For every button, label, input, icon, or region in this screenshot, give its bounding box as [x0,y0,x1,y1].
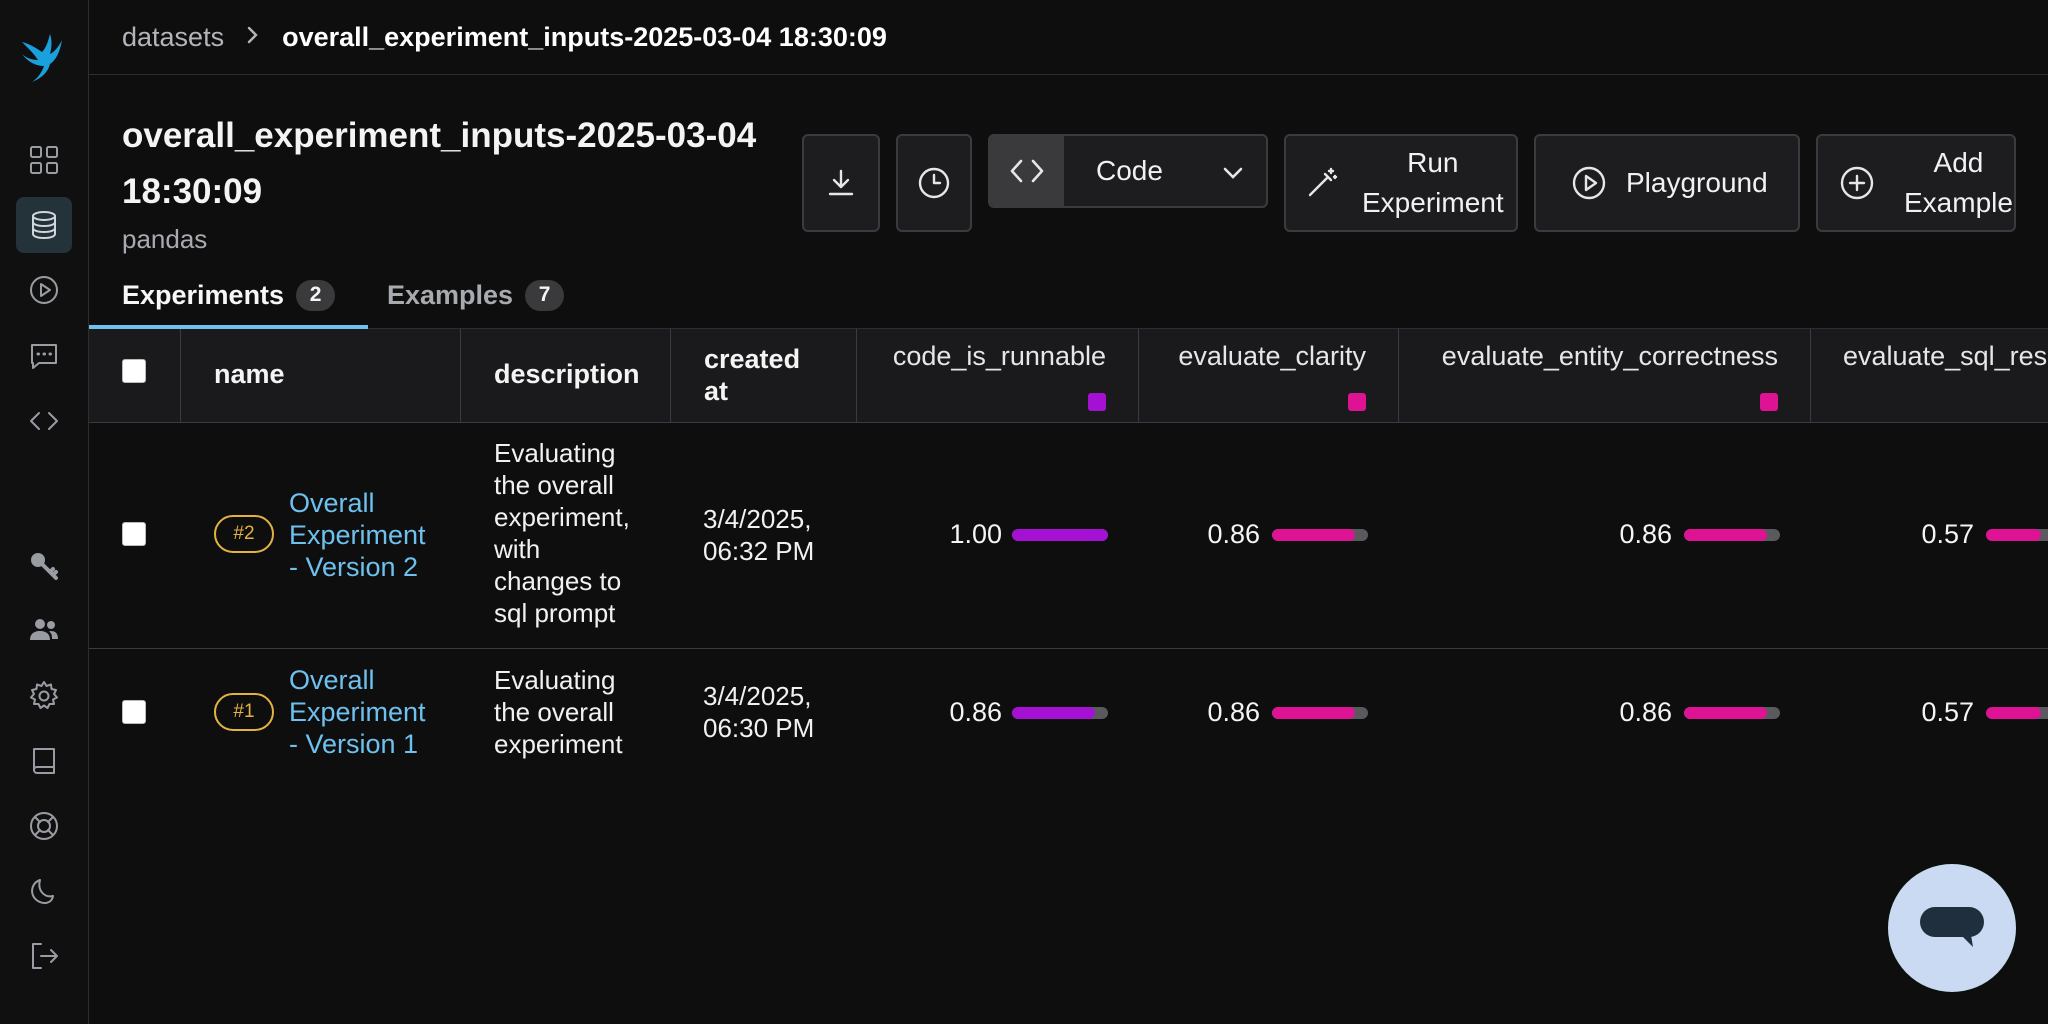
column-header-created-at[interactable]: created at [671,329,857,422]
playground-label: Playground [1626,167,1768,198]
score-code-is-runnable: 1.00 [949,519,1002,549]
score-bar [1684,707,1780,719]
created-at: 3/4/2025, 06:32 PM [703,504,815,566]
score-evaluate-clarity: 0.86 [1207,697,1260,727]
metric-color-swatch [1088,393,1106,411]
score-evaluate-sql-result: 0.57 [1921,697,1974,727]
chat-icon [1920,907,1984,947]
sidebar-item-projects[interactable] [16,132,72,188]
column-header-evaluate-entity-correctness[interactable]: evaluate_entity_correctness [1399,329,1811,422]
sidebar-item-playground[interactable] [16,262,72,318]
column-header-description[interactable]: description [461,329,671,422]
book-icon [33,748,55,774]
sidebar-item-support[interactable] [16,798,72,854]
score-bar [1012,529,1108,541]
experiment-name-link[interactable]: Overall Experiment - Version 2 [289,487,449,583]
key-icon [31,553,58,580]
history-button[interactable] [896,134,972,232]
column-header-evaluate-clarity[interactable]: evaluate_clarity [1139,329,1399,422]
code-icon [990,136,1064,206]
run-experiment-button[interactable]: Run Experiment [1284,134,1518,232]
sidebar-item-users[interactable] [16,602,72,658]
database-icon [32,211,56,239]
score-bar [1272,529,1368,541]
grid-icon [30,146,58,174]
tab-experiments[interactable]: Experiments 2 [88,262,369,329]
dataset-header: overall_experiment_inputs-2025-03-04 18:… [122,108,782,255]
playground-button[interactable]: Playground [1534,134,1800,232]
sidebar-item-api-keys[interactable] [16,537,72,593]
chevron-down-icon [1222,155,1244,187]
sidebar-item-datasets[interactable] [16,197,72,253]
experiment-description: Evaluating the overall experiment, with … [494,438,630,628]
table-row[interactable]: #1 Overall Experiment - Version 1 Evalua… [89,649,2048,777]
sequence-badge: #2 [214,515,274,553]
plus-circle-icon [1840,166,1874,200]
download-button[interactable] [802,134,880,232]
message-icon [31,344,57,369]
metric-color-swatch [1348,393,1366,411]
score-evaluate-entity-correctness: 0.86 [1619,697,1672,727]
score-code-is-runnable: 0.86 [949,697,1002,727]
sidebar-item-settings[interactable] [16,668,72,724]
sidebar [0,0,89,1024]
score-bar [1986,707,2048,719]
count-badge: 7 [525,279,565,311]
breadcrumb-current: overall_experiment_inputs-2025-03-04 18:… [282,21,887,52]
experiment-description: Evaluating the overall experiment [494,665,623,759]
table-row[interactable]: #2 Overall Experiment - Version 2 Evalua… [89,423,2048,649]
experiments-table: name description created at code_is_runn… [89,329,2048,777]
breadcrumb-datasets-link[interactable]: datasets [122,22,224,53]
gear-icon [30,681,58,709]
sidebar-item-docs[interactable] [16,733,72,789]
chevron-right-icon [246,22,260,53]
code-dropdown[interactable]: Code [988,134,1268,208]
column-header-evaluate-sql-result[interactable]: evaluate_sql_res [1811,329,2048,422]
column-header-name[interactable]: name [181,329,461,422]
score-evaluate-entity-correctness: 0.86 [1619,519,1672,549]
score-bar [1684,529,1780,541]
table-header: name description created at code_is_runn… [89,329,2048,423]
score-evaluate-sql-result: 0.57 [1921,519,1974,549]
page-title: overall_experiment_inputs-2025-03-04 18:… [122,116,757,211]
users-icon [30,619,58,640]
created-at: 3/4/2025, 06:30 PM [703,681,815,743]
code-dropdown-label: Code [1096,155,1163,186]
add-example-label: Add [1933,147,1984,178]
metric-color-swatch [1760,393,1778,411]
row-checkbox[interactable] [122,522,146,546]
score-bar [1986,529,2048,541]
chat-support-button[interactable] [1888,864,2016,992]
sidebar-item-prompts[interactable] [16,328,72,384]
download-icon [828,169,854,196]
play-circle-icon [1572,166,1606,200]
column-header-code-is-runnable[interactable]: code_is_runnable [857,329,1139,422]
score-bar [1272,707,1368,719]
sidebar-item-theme[interactable] [16,863,72,919]
code-icon [30,412,58,430]
sidebar-item-apis[interactable] [16,393,72,449]
sidebar-item-logout[interactable] [16,928,72,984]
breadcrumb: datasets overall_experiment_inputs-2025-… [89,0,2048,75]
add-example-button[interactable]: Add Example [1816,134,2016,232]
score-evaluate-clarity: 0.86 [1207,519,1260,549]
clock-icon [918,167,950,199]
row-checkbox[interactable] [122,700,146,724]
tab-examples[interactable]: Examples 7 [387,262,565,328]
moon-icon [31,879,54,904]
count-badge: 2 [296,279,336,311]
lifebuoy-icon [30,812,58,840]
logout-icon [32,943,58,969]
tab-bar: Experiments 2 Examples 7 [88,262,2048,329]
run-experiment-label: Run [1407,147,1459,178]
phoenix-logo-icon[interactable] [16,30,72,86]
experiment-name-link[interactable]: Overall Experiment - Version 1 [289,664,449,760]
magic-wand-icon [1308,167,1338,197]
play-circle-icon [30,276,58,304]
score-bar [1012,707,1108,719]
sequence-badge: #1 [214,693,274,731]
select-all-checkbox[interactable] [122,359,146,383]
dataset-description: pandas [122,224,208,254]
